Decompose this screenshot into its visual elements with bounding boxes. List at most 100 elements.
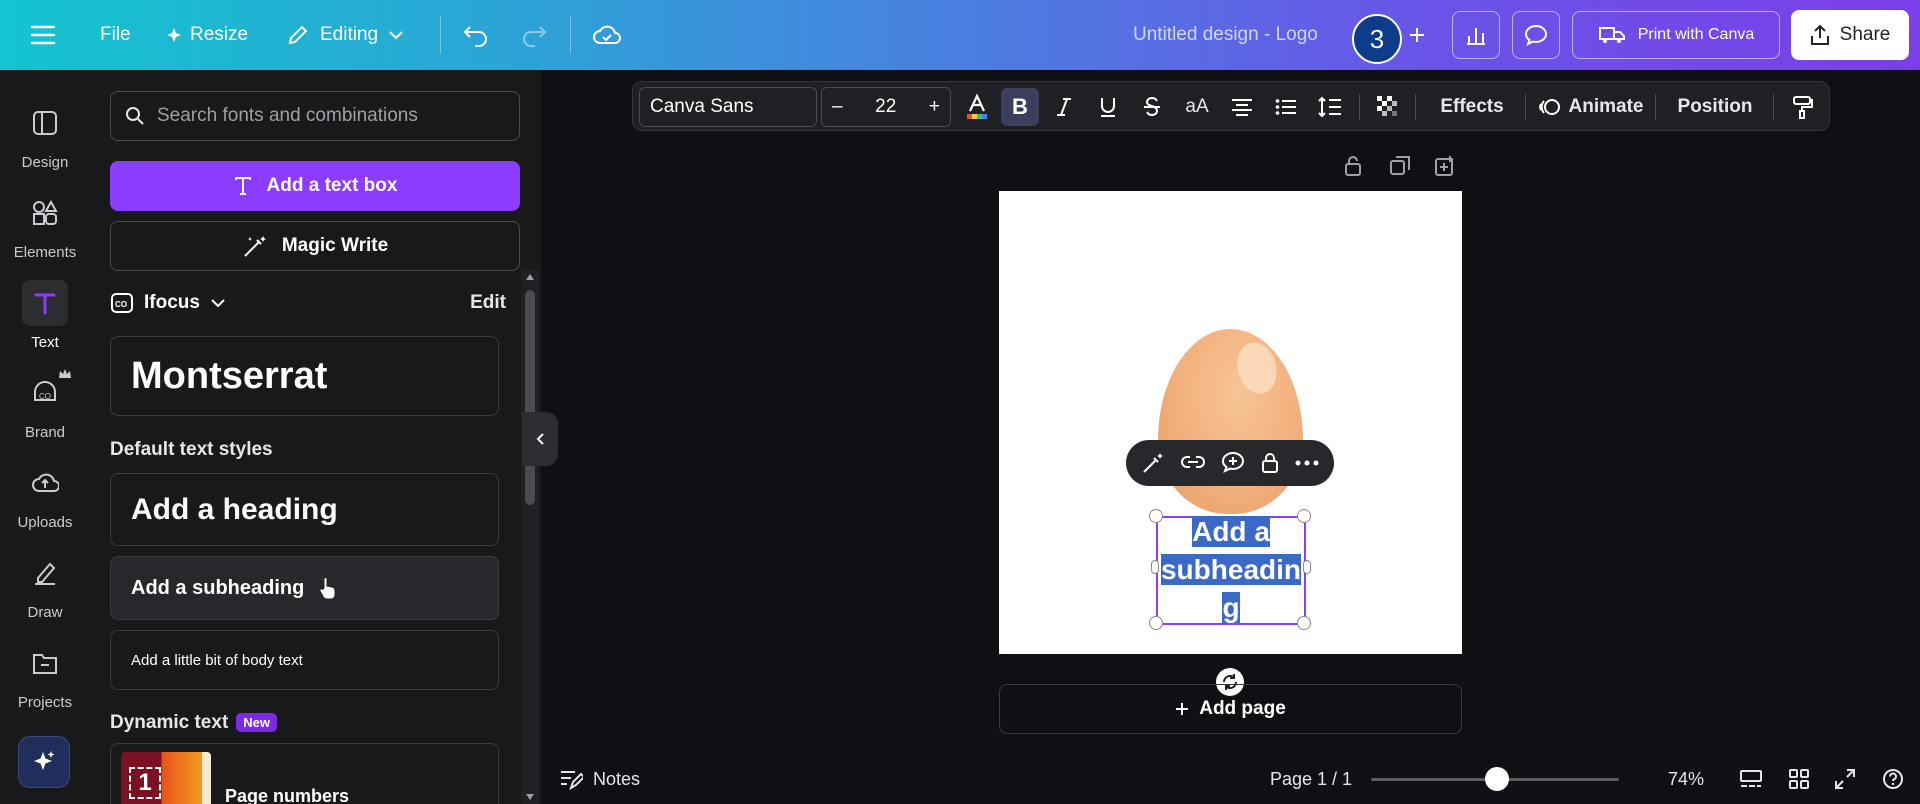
lock-icon[interactable] <box>1260 452 1280 474</box>
magic-media-button[interactable] <box>18 736 70 788</box>
zoom-level-button[interactable]: 74% <box>1651 754 1721 804</box>
print-with-canva-button[interactable]: Print with Canva <box>1572 11 1780 59</box>
design-title-text: Untitled design - Logo <box>1133 24 1318 45</box>
position-button[interactable]: Position <box>1665 82 1765 132</box>
add-body-text-card[interactable]: Add a little bit of body text <box>110 630 499 690</box>
rail-item-brand[interactable]: CO Brand <box>0 364 90 446</box>
divider <box>1773 94 1774 120</box>
copy-style-button[interactable] <box>1783 82 1823 132</box>
grid-view-button[interactable] <box>1775 754 1823 804</box>
spacing-button[interactable] <box>1311 82 1349 132</box>
bold-button[interactable]: B <box>1001 88 1039 126</box>
add-text-box-button[interactable]: Add a text box <box>110 161 520 211</box>
list-button[interactable] <box>1267 82 1305 132</box>
text-color-icon <box>967 93 987 119</box>
link-icon[interactable] <box>1180 453 1206 473</box>
text-format-toolbar: Canva Sans – 22 + B aA Effects Animate P… <box>632 81 1830 131</box>
share-button[interactable]: Share <box>1791 10 1909 60</box>
increase-size-button[interactable]: + <box>929 96 940 118</box>
letter-case-button[interactable]: aA <box>1177 82 1217 132</box>
effects-button[interactable]: Effects <box>1427 82 1517 132</box>
editing-mode-dropdown[interactable]: Editing <box>286 0 404 70</box>
chevron-down-icon <box>211 299 225 308</box>
uploads-icon <box>22 460 68 506</box>
pencil-icon <box>288 25 308 45</box>
resize-handle-left[interactable] <box>1151 560 1159 574</box>
rail-item-projects[interactable]: Projects <box>0 634 90 716</box>
help-button[interactable] <box>1869 754 1917 804</box>
add-subheading-card[interactable]: Add a subheading <box>110 556 499 620</box>
more-options-icon[interactable] <box>1295 460 1319 466</box>
crown-icon <box>59 368 71 378</box>
resize-handle-bottom-right[interactable] <box>1297 616 1311 630</box>
brand-font-card[interactable]: Montserrat <box>110 336 499 416</box>
avatar[interactable]: 3 <box>1352 14 1402 64</box>
zoom-slider-knob[interactable] <box>1485 767 1509 791</box>
effects-label: Effects <box>1440 96 1504 117</box>
edit-brand-link[interactable]: Edit <box>470 292 506 314</box>
rail-item-draw[interactable]: Draw <box>0 544 90 626</box>
add-page-icon-button[interactable] <box>1434 155 1456 177</box>
fullscreen-button[interactable] <box>1821 754 1869 804</box>
search-placeholder: Search fonts and combinations <box>157 105 418 126</box>
brand-kit-icon: CO <box>111 293 133 313</box>
help-icon <box>1883 769 1903 789</box>
underline-button[interactable] <box>1089 82 1127 132</box>
magic-write-button[interactable]: Magic Write <box>110 221 520 271</box>
cloud-check-icon <box>593 25 621 44</box>
pages-view-button[interactable] <box>1727 754 1775 804</box>
text-color-button[interactable] <box>959 82 995 132</box>
scrollbar-thumb[interactable] <box>525 290 535 505</box>
add-page-button[interactable]: Add page <box>999 684 1462 734</box>
rail-item-design[interactable]: Design <box>0 94 90 176</box>
font-size-value[interactable]: 22 <box>875 96 896 118</box>
magic-edit-icon[interactable] <box>1141 451 1165 475</box>
redo-button[interactable] <box>520 0 548 70</box>
rail-item-elements[interactable]: Elements <box>0 184 90 266</box>
design-title[interactable]: Untitled design - Logo <box>1133 0 1318 70</box>
resize-handle-top-left[interactable] <box>1149 509 1163 523</box>
page-number-glyph: 1 <box>129 767 161 799</box>
lock-page-button[interactable] <box>1343 155 1363 177</box>
font-size-stepper[interactable]: – 22 + <box>821 87 951 127</box>
font-family-dropdown[interactable]: Canva Sans <box>639 87 817 127</box>
invite-button[interactable] <box>1407 0 1427 70</box>
resize-handle-right[interactable] <box>1303 560 1311 574</box>
selected-text-element[interactable]: Add a subheadin g <box>1152 513 1310 627</box>
strikethrough-button[interactable] <box>1133 82 1171 132</box>
font-family-value: Canva Sans <box>650 96 754 117</box>
svg-text:CO: CO <box>115 300 127 309</box>
elements-icon <box>22 190 68 236</box>
page-indicator[interactable]: Page 1 / 1 <box>1270 754 1352 804</box>
rail-item-text[interactable]: Text <box>0 274 90 356</box>
insights-button[interactable] <box>1452 11 1500 59</box>
brand-kit-selector[interactable]: CO Ifocus Edit <box>110 283 520 323</box>
main-menu-button[interactable] <box>30 0 56 70</box>
page-numbers-card[interactable]: 1 Page numbers <box>110 743 499 804</box>
line-spacing-icon <box>1318 96 1341 118</box>
search-fonts-input[interactable]: Search fonts and combinations <box>110 91 520 141</box>
align-center-button[interactable] <box>1223 82 1261 132</box>
resize-button[interactable]: Resize <box>166 0 248 70</box>
resize-handle-top-right[interactable] <box>1297 509 1311 523</box>
divider <box>1359 94 1360 120</box>
undo-button[interactable] <box>462 0 490 70</box>
italic-button[interactable] <box>1045 82 1083 132</box>
resize-handle-bottom-left[interactable] <box>1149 616 1163 630</box>
save-status-button[interactable] <box>592 0 622 70</box>
notes-button[interactable]: Notes <box>559 754 640 804</box>
divider <box>440 16 441 54</box>
decrease-size-button[interactable]: – <box>832 96 843 118</box>
chevron-down-icon <box>389 31 403 40</box>
panel-scrollbar[interactable] <box>521 270 539 804</box>
add-heading-card[interactable]: Add a heading <box>110 473 499 546</box>
animate-button[interactable]: Animate <box>1535 82 1647 132</box>
comments-button[interactable] <box>1512 11 1560 59</box>
text-icon <box>22 279 68 326</box>
add-comment-icon[interactable] <box>1221 451 1245 475</box>
file-menu[interactable]: File <box>100 0 131 70</box>
rail-item-uploads[interactable]: Uploads <box>0 454 90 536</box>
transparency-button[interactable] <box>1369 82 1407 132</box>
duplicate-page-button[interactable] <box>1389 155 1411 177</box>
collapse-panel-button[interactable] <box>522 412 558 466</box>
